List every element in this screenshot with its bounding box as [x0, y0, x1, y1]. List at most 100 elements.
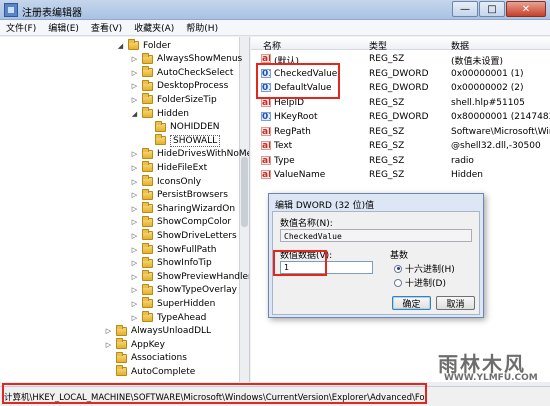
- value-data: shell.hlp#51105: [451, 97, 525, 108]
- tree-item[interactable]: NOHIDDEN: [143, 120, 220, 134]
- menu-edit[interactable]: 编辑(E): [48, 21, 79, 34]
- expander-icon[interactable]: ▷: [130, 272, 139, 281]
- expander-icon[interactable]: ▷: [130, 55, 139, 64]
- folder-icon: [116, 351, 127, 363]
- folder-icon: [142, 283, 153, 295]
- radio-dec-label: 十进制(D): [405, 279, 446, 289]
- expander-icon[interactable]: [143, 123, 152, 132]
- expander-icon[interactable]: ▷: [130, 313, 139, 322]
- folder-icon: [142, 175, 153, 186]
- folder-icon: [116, 338, 127, 350]
- tree-item[interactable]: ▷ HideFileExt: [130, 161, 207, 174]
- expander-icon[interactable]: [104, 367, 113, 376]
- tree-item[interactable]: ◢ Hidden: [130, 107, 189, 120]
- menu-bar: 文件(F) 编辑(E) 查看(V) 收藏夹(A) 帮助(H): [0, 20, 550, 36]
- expander-icon[interactable]: ▷: [130, 231, 139, 240]
- expander-icon[interactable]: ▷: [130, 299, 139, 308]
- tree-item[interactable]: ▷ SharingWizardOn: [130, 202, 235, 215]
- string-value-icon: ab: [261, 54, 271, 63]
- value-name: HKeyRoot: [274, 112, 318, 122]
- value-data: radio: [451, 155, 474, 166]
- dialog-title: 编辑 DWORD (32 位)值: [275, 201, 375, 211]
- expander-icon[interactable]: ▷: [104, 327, 113, 336]
- menu-view[interactable]: 查看(V): [91, 21, 122, 34]
- tree-item[interactable]: ▷ IconsOnly: [130, 175, 201, 188]
- column-name[interactable]: 名称: [263, 39, 281, 52]
- radio-hex[interactable]: 十六进制(H): [394, 262, 455, 275]
- tree-item[interactable]: ▷ ShowCompColor: [130, 215, 231, 229]
- expander-icon[interactable]: [104, 354, 113, 363]
- tree-item[interactable]: ▷ HideDrivesWithNoMe: [130, 147, 249, 161]
- value-row[interactable]: 01HKeyRoot REG_DWORD 0x80000001 (214748364…: [251, 110, 550, 124]
- expander-icon[interactable]: ▷: [130, 177, 139, 186]
- folder-icon: [116, 365, 127, 377]
- tree-item[interactable]: ▷ ShowInfoTip: [130, 256, 212, 270]
- maximize-button[interactable]: □: [479, 1, 505, 17]
- expander-icon[interactable]: ▷: [130, 218, 139, 227]
- expander-icon[interactable]: ▷: [130, 163, 139, 172]
- expander-icon[interactable]: ▷: [130, 204, 139, 213]
- menu-file[interactable]: 文件(F): [6, 21, 36, 34]
- value-row[interactable]: abText REG_SZ @shell32.dll,-30500: [251, 139, 550, 153]
- tree-scrollbar[interactable]: [239, 37, 249, 382]
- expander-icon[interactable]: ▷: [130, 68, 139, 77]
- radio-dec-dot[interactable]: [394, 278, 402, 287]
- column-data[interactable]: 数据: [451, 39, 469, 52]
- expander-icon[interactable]: ▷: [130, 259, 139, 268]
- value-type: REG_DWORD: [369, 83, 429, 93]
- tree-item-label: SuperHidden: [157, 298, 216, 309]
- value-row[interactable]: abType REG_SZ radio: [251, 154, 550, 168]
- expander-icon[interactable]: ▷: [130, 95, 139, 104]
- tree-item[interactable]: ▷ AutoCheckSelect: [130, 66, 233, 79]
- value-row[interactable]: abValueName REG_SZ Hidden: [251, 168, 550, 182]
- column-type[interactable]: 类型: [369, 39, 387, 52]
- expander-icon[interactable]: ▷: [130, 150, 139, 159]
- tree-item-label: Hidden: [157, 108, 189, 119]
- menu-favorites[interactable]: 收藏夹(A): [134, 21, 174, 34]
- menu-help[interactable]: 帮助(H): [186, 21, 218, 34]
- tree-item[interactable]: AutoComplete: [104, 365, 195, 378]
- tree-scroll-thumb[interactable]: [241, 157, 248, 227]
- expander-icon[interactable]: ▷: [130, 286, 139, 295]
- value-row[interactable]: abRegPath REG_SZ Software\Microsoft\Window…: [251, 125, 550, 139]
- close-button[interactable]: ✕: [506, 1, 546, 17]
- expander-icon[interactable]: [143, 136, 152, 145]
- registry-tree[interactable]: ◢ Folder ▷ AlwaysShowMenus ▷ AutoCheckSelect ▷…: [0, 37, 250, 382]
- tree-item-label: TypeAhead: [157, 312, 207, 323]
- value-data: 0x80000001 (2147483649): [451, 112, 550, 122]
- highlight-box-data-input: [273, 250, 327, 276]
- tree-item[interactable]: ▷ AppKey: [104, 338, 165, 351]
- expander-icon[interactable]: ◢: [130, 109, 139, 118]
- tree-item-label: SHOWALL: [170, 134, 221, 147]
- tree-item[interactable]: ▷ SuperHidden: [130, 297, 215, 310]
- expander-icon[interactable]: ▷: [130, 82, 139, 91]
- expander-icon[interactable]: ◢: [116, 41, 125, 50]
- tree-item[interactable]: ▷ ShowFullPath: [130, 243, 216, 256]
- tree-item[interactable]: ▷ ShowDriveLetters: [130, 229, 237, 242]
- tree-item[interactable]: ▷ ShowPreviewHandlers: [130, 270, 249, 283]
- tree-item[interactable]: ▷ PersistBrowsers: [130, 188, 228, 202]
- tree-item[interactable]: SHOWALL: [143, 134, 221, 147]
- tree-item[interactable]: ◢ Folder: [116, 39, 171, 52]
- folder-icon: [142, 270, 153, 282]
- tree-item[interactable]: ▷ AlwaysUnloadDLL: [104, 324, 211, 338]
- radio-hex-dot[interactable]: [394, 264, 402, 273]
- tree-item[interactable]: ▷ DesktopProcess: [130, 79, 228, 93]
- tree-item[interactable]: ▷ FolderSizeTip: [130, 93, 217, 106]
- ok-button[interactable]: 确定: [392, 296, 431, 310]
- tree-item[interactable]: Associations: [104, 351, 187, 365]
- radio-dec[interactable]: 十进制(D): [394, 276, 446, 289]
- tree-item[interactable]: ▷ ShowTypeOverlay: [130, 283, 237, 297]
- tree-item-label: AutoCheckSelect: [157, 67, 234, 78]
- regedit-icon: [4, 3, 18, 17]
- expander-icon[interactable]: ▷: [130, 245, 139, 254]
- tree-item-label: FolderSizeTip: [157, 94, 217, 105]
- cancel-button[interactable]: 取消: [436, 296, 475, 310]
- window-title: 注册表编辑器: [22, 8, 82, 19]
- list-header: 名称 类型 数据: [251, 37, 550, 52]
- tree-item[interactable]: ▷ TypeAhead: [130, 311, 206, 324]
- expander-icon[interactable]: ▷: [130, 191, 139, 200]
- minimize-button[interactable]: —: [452, 1, 478, 17]
- expander-icon[interactable]: ▷: [104, 340, 113, 349]
- tree-item[interactable]: ▷ AlwaysShowMenus: [130, 52, 242, 66]
